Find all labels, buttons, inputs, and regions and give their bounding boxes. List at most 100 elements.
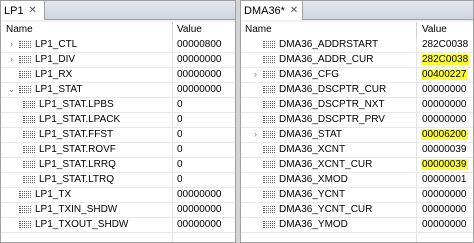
- table-row[interactable]: › DMA36_STAT 00006200: [241, 128, 473, 143]
- register-value[interactable]: 00000039: [421, 159, 468, 170]
- table-row[interactable]: LP1_STAT.FFST 0: [1, 128, 235, 143]
- register-value[interactable]: 0: [176, 159, 184, 170]
- table-row[interactable]: › LP1_DIV 00000000: [1, 53, 235, 68]
- table-row[interactable]: DMA36_XCNT 00000039: [241, 143, 473, 158]
- register-name: DMA36_DSCPTR_CUR: [279, 84, 387, 95]
- register-icon: [23, 175, 35, 186]
- value-column-header[interactable]: Value: [177, 24, 202, 35]
- table-row[interactable]: LP1_TXOUT_SHDW 00000000: [1, 218, 235, 233]
- table-row[interactable]: › LP1_CTL 00000800: [1, 38, 235, 53]
- register-name: DMA36_CFG: [279, 69, 340, 80]
- column-divider[interactable]: [416, 22, 417, 38]
- register-name: DMA36_YCNT: [279, 189, 346, 200]
- register-name: LP1_STAT.ROVF: [39, 144, 116, 155]
- lp1-register-view: LP1 ✕ Name Value › LP1_CTL 00000800 › LP1_DI…: [0, 0, 236, 243]
- register-value[interactable]: 00000000: [176, 54, 223, 65]
- register-icon: [19, 70, 31, 81]
- register-name: DMA36_ADDRSTART: [279, 39, 379, 50]
- register-name: LP1_STAT.LPBS: [39, 99, 114, 110]
- table-row[interactable]: LP1_TX 00000000: [1, 188, 235, 203]
- chevron-right-icon[interactable]: ›: [7, 54, 16, 64]
- table-row[interactable]: LP1_TXIN_SHDW 00000000: [1, 203, 235, 218]
- register-icon: [263, 145, 275, 156]
- register-value[interactable]: 282C0038: [421, 54, 470, 65]
- register-name: DMA36_DSCPTR_NXT: [279, 99, 385, 110]
- table-row[interactable]: LP1_STAT.LPBS 0: [1, 98, 235, 113]
- register-value[interactable]: 00000000: [176, 204, 223, 215]
- register-value[interactable]: 0: [176, 144, 184, 155]
- register-value[interactable]: 00000000: [421, 204, 468, 215]
- register-value[interactable]: 0: [176, 99, 184, 110]
- chevron-right-icon[interactable]: ›: [251, 129, 260, 139]
- register-icon: [263, 175, 275, 186]
- table-row[interactable]: DMA36_DSCPTR_PRV 00000000: [241, 113, 473, 128]
- register-icon: [19, 190, 31, 201]
- table-row[interactable]: DMA36_XMOD 00000001: [241, 173, 473, 188]
- register-icon: [19, 205, 31, 216]
- register-icon: [263, 40, 275, 51]
- table-row[interactable]: DMA36_ADDRSTART 282C0038: [241, 38, 473, 53]
- register-icon: [19, 85, 31, 96]
- close-icon[interactable]: ✕: [27, 5, 39, 17]
- table-row[interactable]: LP1_STAT.LTRQ 0: [1, 173, 235, 188]
- tab-lp1[interactable]: LP1 ✕: [1, 1, 45, 20]
- tab-dma36[interactable]: DMA36* ✕: [241, 1, 303, 20]
- register-value[interactable]: 00000000: [421, 219, 468, 230]
- register-icon: [263, 130, 275, 141]
- register-name: LP1_RX: [35, 69, 73, 80]
- register-name: LP1_STAT.LRRQ: [39, 159, 116, 170]
- register-name: LP1_DIV: [35, 54, 76, 65]
- register-name: DMA36_XMOD: [279, 174, 348, 185]
- name-column-header[interactable]: Name: [245, 24, 272, 35]
- table-row[interactable]: DMA36_YCNT_CUR 00000000: [241, 203, 473, 218]
- value-column-header[interactable]: Value: [422, 24, 447, 35]
- register-icon: [263, 190, 275, 201]
- register-value[interactable]: 00000800: [176, 39, 223, 50]
- register-value[interactable]: 0: [176, 129, 184, 140]
- register-icon: [263, 160, 275, 171]
- name-column-header[interactable]: Name: [6, 24, 33, 35]
- register-value[interactable]: 00000001: [421, 174, 468, 185]
- table-row[interactable]: LP1_RX 00000000: [1, 68, 235, 83]
- table-row[interactable]: LP1_STAT.LPACK 0: [1, 113, 235, 128]
- register-value[interactable]: 00000000: [421, 84, 468, 95]
- register-icon: [19, 55, 31, 66]
- register-value[interactable]: 00000000: [176, 189, 223, 200]
- register-value[interactable]: 00006200: [421, 129, 468, 140]
- close-icon[interactable]: ✕: [288, 5, 300, 17]
- table-row[interactable]: › DMA36_CFG 00400227: [241, 68, 473, 83]
- register-icon: [23, 100, 35, 111]
- table-row[interactable]: DMA36_YCNT 00000000: [241, 188, 473, 203]
- register-name: LP1_STAT: [35, 84, 83, 95]
- table-row[interactable]: DMA36_DSCPTR_CUR 00000000: [241, 83, 473, 98]
- register-value[interactable]: 00400227: [421, 69, 468, 80]
- chevron-right-icon[interactable]: ›: [251, 69, 260, 79]
- left-register-list: › LP1_CTL 00000800 › LP1_DIV 00000000 LP1_RX 00…: [1, 38, 235, 242]
- register-value[interactable]: 00000000: [421, 189, 468, 200]
- register-value[interactable]: 00000000: [176, 219, 223, 230]
- register-name: LP1_STAT.FFST: [39, 129, 114, 140]
- register-icon: [263, 100, 275, 111]
- chevron-down-icon[interactable]: ⌄: [7, 84, 16, 95]
- table-row[interactable]: DMA36_YMOD 00000000: [241, 218, 473, 233]
- table-row[interactable]: LP1_STAT.ROVF 0: [1, 143, 235, 158]
- table-row[interactable]: LP1_STAT.LRRQ 0: [1, 158, 235, 173]
- table-row[interactable]: DMA36_DSCPTR_NXT 00000000: [241, 98, 473, 113]
- register-value[interactable]: 0: [176, 114, 184, 125]
- table-row[interactable]: ⌄ LP1_STAT 00000000: [1, 83, 235, 98]
- chevron-right-icon[interactable]: ›: [7, 39, 16, 49]
- register-name: DMA36_XCNT_CUR: [279, 159, 373, 170]
- register-name: LP1_STAT.LPACK: [39, 114, 121, 125]
- table-row[interactable]: DMA36_XCNT_CUR 00000039: [241, 158, 473, 173]
- register-icon: [263, 85, 275, 96]
- register-value[interactable]: 00000000: [176, 84, 223, 95]
- register-value[interactable]: 00000039: [421, 144, 468, 155]
- register-value[interactable]: 00000000: [176, 69, 223, 80]
- register-value[interactable]: 0: [176, 174, 184, 185]
- register-value[interactable]: 282C0038: [421, 39, 469, 50]
- table-row[interactable]: DMA36_ADDR_CUR 282C0038: [241, 53, 473, 68]
- register-icon: [23, 145, 35, 156]
- register-value[interactable]: 00000000: [421, 99, 468, 110]
- column-divider[interactable]: [172, 22, 173, 38]
- register-value[interactable]: 00000000: [421, 114, 468, 125]
